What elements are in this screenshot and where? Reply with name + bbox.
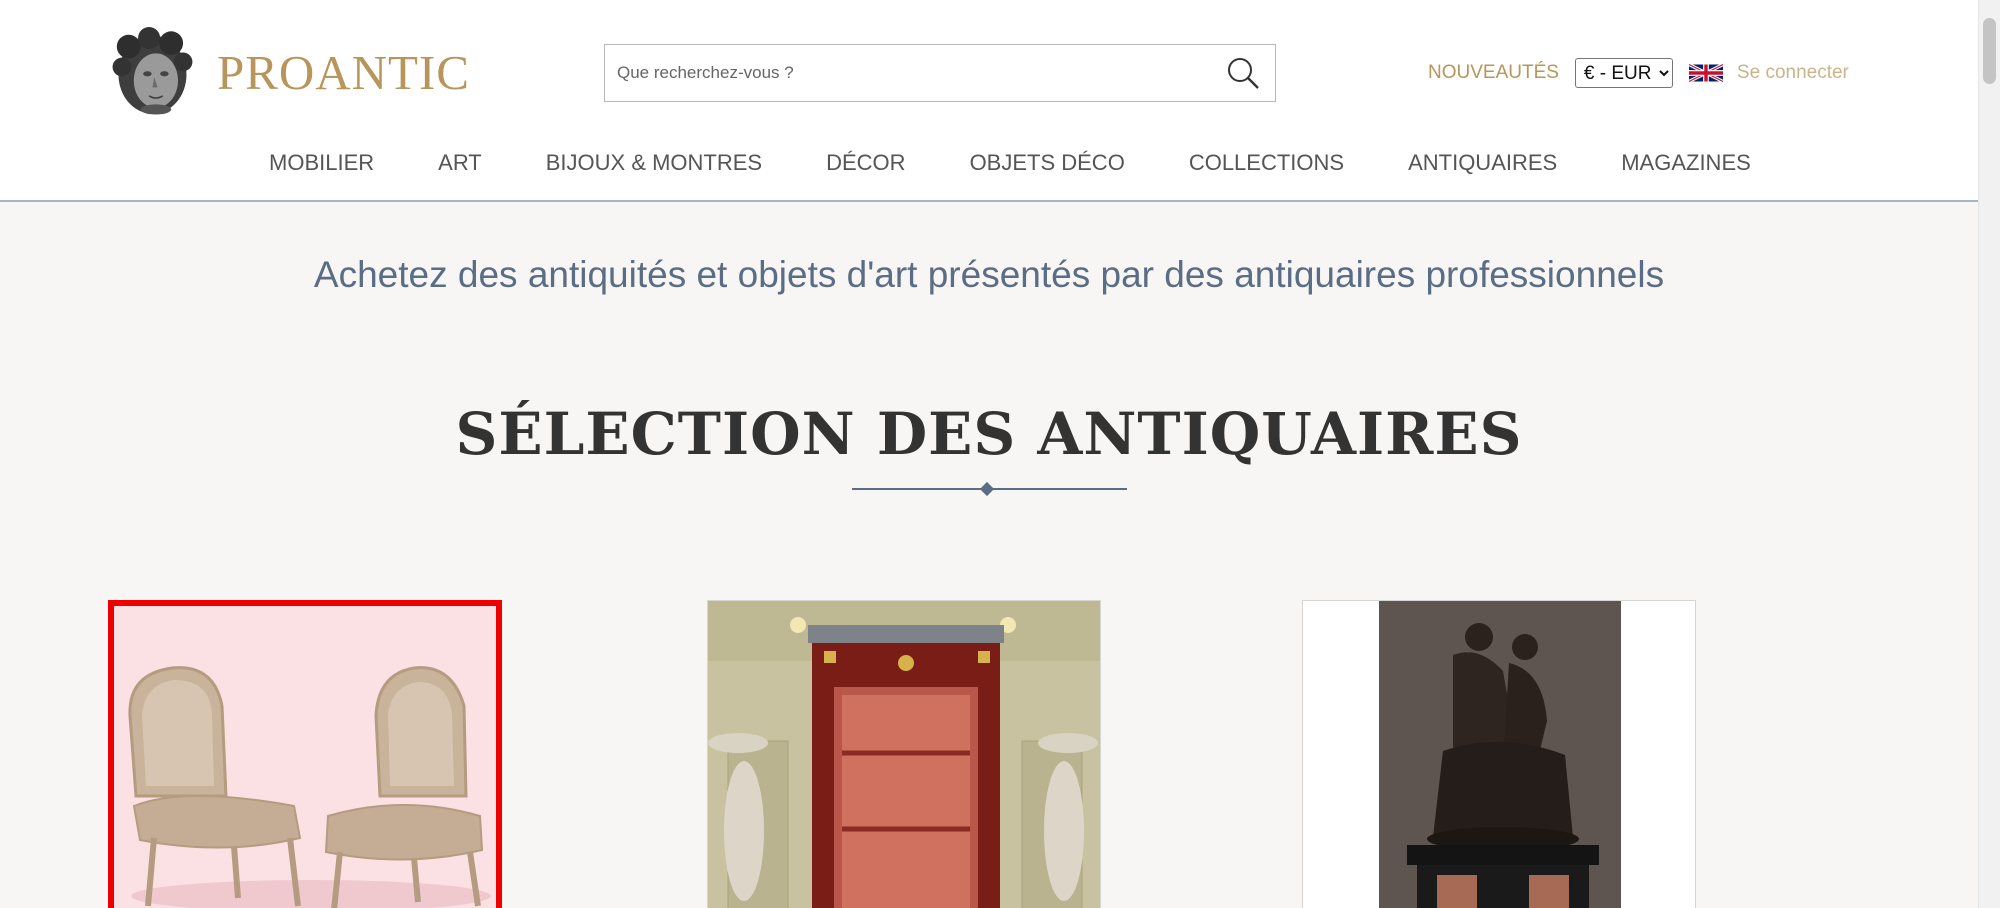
product-card-sculpture[interactable] <box>1302 600 1696 908</box>
section-title: SÉLECTION DES ANTIQUAIRES <box>455 400 1523 468</box>
nav-item-objets-deco[interactable]: OBJETS DÉCO <box>970 150 1125 180</box>
cherub-head-icon <box>112 27 193 115</box>
nav-item-antiquaires[interactable]: ANTIQUAIRES <box>1408 150 1557 180</box>
page-scrollbar[interactable] <box>1978 0 2000 908</box>
currency-select[interactable]: € - EUR <box>1574 58 1673 88</box>
scrollbar-thumb[interactable] <box>1983 18 1996 84</box>
account-area: NOUVEAUTÉS € - EUR Se connecter <box>1428 56 1849 90</box>
logo-link[interactable]: PROANTIC <box>110 20 470 125</box>
product-card-cabinet[interactable] <box>707 600 1101 908</box>
main-nav: MOBILIER ART BIJOUX & MONTRES DÉCOR OBJE… <box>269 150 1751 180</box>
chairs-image <box>114 606 496 908</box>
login-link[interactable]: Se connecter <box>1737 62 1849 84</box>
search-input[interactable] <box>605 45 1205 101</box>
nav-item-bijoux-montres[interactable]: BIJOUX & MONTRES <box>546 150 762 180</box>
new-arrivals-link[interactable]: NOUVEAUTÉS <box>1428 62 1559 84</box>
nav-item-decor[interactable]: DÉCOR <box>826 150 905 180</box>
cabinet-image <box>708 601 1100 908</box>
nav-item-collections[interactable]: COLLECTIONS <box>1189 150 1344 180</box>
tagline: Achetez des antiquités et objets d'art p… <box>313 254 1665 295</box>
search-icon[interactable] <box>1225 55 1261 91</box>
divider-ornament <box>979 481 995 497</box>
search-bar <box>604 44 1276 102</box>
uk-flag-icon[interactable] <box>1688 61 1723 85</box>
nav-item-art[interactable]: ART <box>438 150 482 180</box>
site-header: PROANTIC NOUVEAUTÉS € - EUR Se connecter… <box>0 0 1978 202</box>
nav-item-mobilier[interactable]: MOBILIER <box>269 150 374 180</box>
nav-item-magazines[interactable]: MAGAZINES <box>1621 150 1751 180</box>
sculpture-image <box>1303 601 1695 908</box>
brand-name: PROANTIC <box>216 45 470 100</box>
product-card-chairs[interactable] <box>108 600 502 908</box>
